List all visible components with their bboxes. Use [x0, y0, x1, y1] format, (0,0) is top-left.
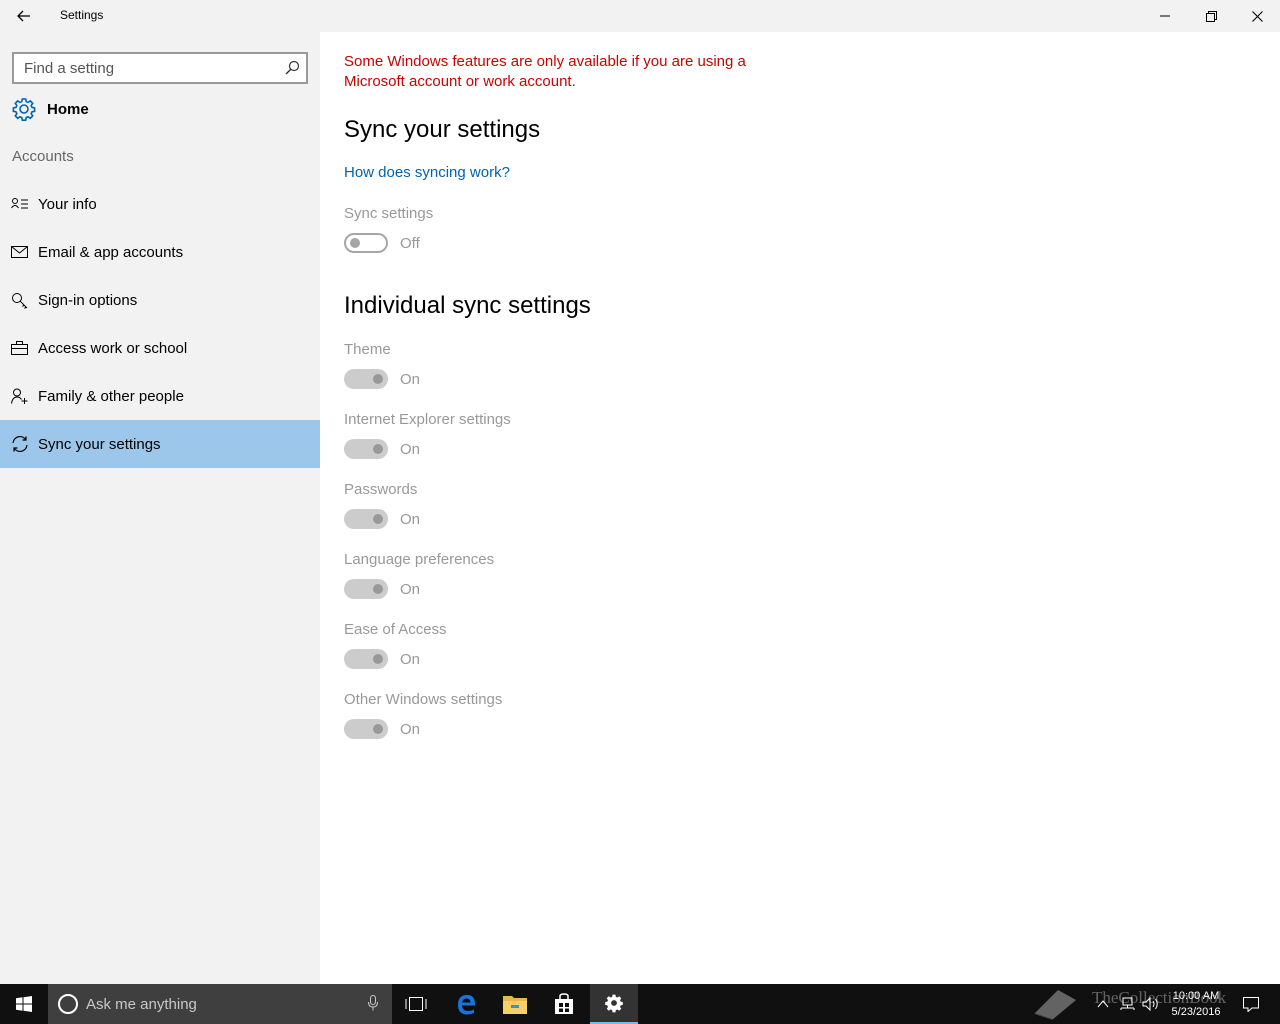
sidebar-item-label: Sign-in options: [38, 291, 138, 309]
sidebar-item-sync-your-settings[interactable]: Sync your settings: [0, 420, 320, 468]
add-person-icon: [0, 388, 38, 404]
cortana-icon: [58, 994, 78, 1014]
language-preferences-toggle-row: On: [344, 578, 420, 600]
speaker-icon: [1142, 997, 1158, 1011]
individual-sync-heading: Individual sync settings: [344, 292, 591, 319]
page-title: Sync your settings: [344, 116, 541, 143]
passwords-label: Passwords: [344, 481, 418, 498]
sync-icon: [0, 435, 38, 453]
minimize-button[interactable]: [1142, 0, 1188, 32]
restore-button[interactable]: [1188, 0, 1234, 32]
task-view-icon: [405, 997, 427, 1011]
clock-date: 5/23/2016: [1171, 1006, 1221, 1018]
gear-icon: [605, 994, 623, 1013]
windows-logo-icon: [16, 996, 32, 1012]
theme-toggle-row: On: [344, 368, 420, 390]
toggle-state-text: Off: [400, 234, 420, 252]
search-box: [12, 52, 308, 84]
network-icon: [1120, 997, 1135, 1010]
network-button[interactable]: [1116, 984, 1138, 1024]
ie-settings-toggle-row: On: [344, 438, 420, 460]
home-label: Home: [47, 100, 89, 118]
folder-icon: [503, 996, 527, 1014]
restore-icon: [1205, 10, 1217, 22]
start-button[interactable]: [0, 984, 48, 1024]
sidebar-item-label: Family & other people: [38, 387, 184, 405]
ie-settings-label: Internet Explorer settings: [344, 411, 511, 428]
other-windows-settings-label: Other Windows settings: [344, 691, 503, 708]
briefcase-icon: [0, 341, 38, 355]
sync-settings-label: Sync settings: [344, 205, 434, 222]
minimize-icon: [1160, 15, 1170, 17]
sidebar-item-email-app-accounts[interactable]: Email & app accounts: [0, 228, 320, 276]
cortana-placeholder: Ask me anything: [86, 995, 197, 1013]
back-arrow-icon: [17, 10, 30, 22]
toggle-state-text: On: [400, 580, 421, 598]
window-title: Settings: [60, 8, 104, 22]
show-hidden-icons-button[interactable]: [1092, 984, 1114, 1024]
volume-button[interactable]: [1140, 984, 1162, 1024]
key-icon: [0, 292, 38, 309]
taskbar-clock[interactable]: 10:00 AM 5/23/2016: [1160, 988, 1232, 1020]
close-icon: [1251, 10, 1263, 22]
cortana-search-box[interactable]: Ask me anything: [48, 984, 392, 1024]
edge-browser-icon: [458, 995, 475, 1015]
title-bar: Settings: [0, 0, 1280, 32]
close-button[interactable]: [1234, 0, 1280, 32]
sidebar: Home Accounts Your info Email & app acco…: [0, 32, 320, 984]
taskbar: Ask me anything TheCollectionBook 10:00 …: [0, 984, 1280, 1024]
sidebar-item-label: Access work or school: [38, 339, 188, 357]
sidebar-item-family-other-people[interactable]: Family & other people: [0, 372, 320, 420]
sidebar-item-label: Email & app accounts: [38, 243, 184, 261]
ease-of-access-toggle[interactable]: [344, 649, 388, 669]
sidebar-item-label: Your info: [38, 195, 97, 213]
microphone-icon[interactable]: [368, 995, 378, 1011]
ease-of-access-toggle-row: On: [344, 648, 420, 670]
book-watermark-icon: [1033, 990, 1076, 1021]
toggle-state-text: On: [400, 510, 421, 528]
notification-icon: [1243, 996, 1259, 1012]
language-preferences-toggle[interactable]: [344, 579, 388, 599]
search-icon[interactable]: [284, 60, 300, 76]
task-view-button[interactable]: [392, 984, 440, 1024]
how-syncing-works-link[interactable]: How does syncing work?: [344, 164, 510, 181]
theme-label: Theme: [344, 341, 391, 358]
passwords-toggle[interactable]: [344, 509, 388, 529]
section-title: Accounts: [12, 148, 74, 165]
language-preferences-label: Language preferences: [344, 551, 495, 568]
clock-time: 10:00 AM: [1172, 990, 1220, 1002]
ease-of-access-label: Ease of Access: [344, 621, 447, 638]
sidebar-item-access-work-or-school[interactable]: Access work or school: [0, 324, 320, 372]
file-explorer-button[interactable]: [491, 984, 539, 1024]
toggle-state-text: On: [400, 440, 421, 458]
sidebar-item-your-info[interactable]: Your info: [0, 180, 320, 228]
gear-icon: [12, 98, 36, 121]
toggle-state-text: On: [400, 650, 421, 668]
ie-settings-toggle[interactable]: [344, 439, 388, 459]
toggle-state-text: On: [400, 720, 421, 738]
store-bag-icon: [555, 993, 573, 1014]
search-input[interactable]: [14, 54, 274, 82]
home-link[interactable]: Home: [12, 96, 89, 122]
settings-taskbar-button[interactable]: [590, 984, 638, 1024]
back-button[interactable]: [0, 0, 48, 32]
chevron-up-icon: [1097, 1000, 1109, 1008]
store-button[interactable]: [540, 984, 588, 1024]
main-content: Some Windows features are only available…: [320, 32, 1280, 984]
sidebar-item-sign-in-options[interactable]: Sign-in options: [0, 276, 320, 324]
other-windows-settings-toggle[interactable]: [344, 719, 388, 739]
sync-settings-toggle-row: Off: [344, 232, 420, 254]
sidebar-item-label: Sync your settings: [38, 435, 161, 453]
theme-toggle[interactable]: [344, 369, 388, 389]
action-center-button[interactable]: [1238, 984, 1264, 1024]
mail-icon: [0, 246, 38, 258]
toggle-state-text: On: [400, 370, 421, 388]
passwords-toggle-row: On: [344, 508, 420, 530]
sync-settings-toggle[interactable]: [344, 233, 388, 253]
account-warning-text: Some Windows features are only available…: [344, 53, 746, 90]
edge-browser-button[interactable]: [442, 984, 490, 1024]
contact-info-icon: [0, 197, 38, 211]
other-windows-settings-toggle-row: On: [344, 718, 420, 740]
